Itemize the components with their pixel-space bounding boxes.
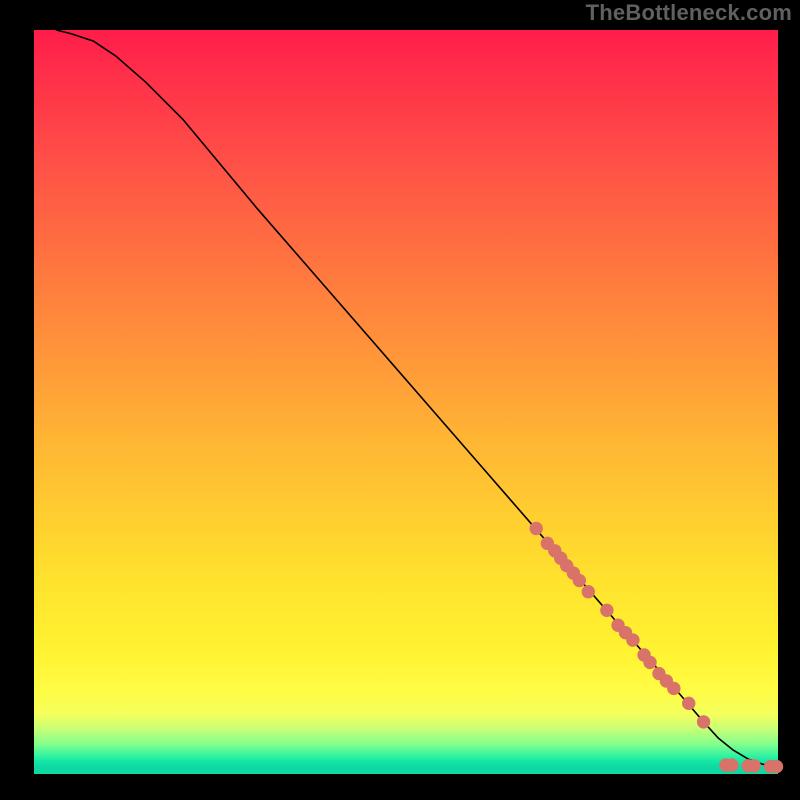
chart-plot-area (34, 30, 778, 774)
marker-dot (725, 758, 738, 771)
marker-dot (582, 585, 595, 598)
marker-dot (667, 682, 680, 695)
marker-dot (626, 633, 639, 646)
chart-svg (34, 30, 778, 774)
marker-dot (747, 759, 760, 772)
chart-markers (530, 522, 784, 773)
marker-dot (600, 604, 613, 617)
chart-stage: TheBottleneck.com (0, 0, 800, 800)
curve-line (56, 30, 778, 767)
marker-dot (697, 715, 710, 728)
marker-dot (643, 656, 656, 669)
watermark-label: TheBottleneck.com (586, 0, 792, 26)
marker-dot (682, 697, 695, 710)
marker-dot (770, 760, 783, 773)
marker-dot (573, 574, 586, 587)
marker-dot (530, 522, 543, 535)
